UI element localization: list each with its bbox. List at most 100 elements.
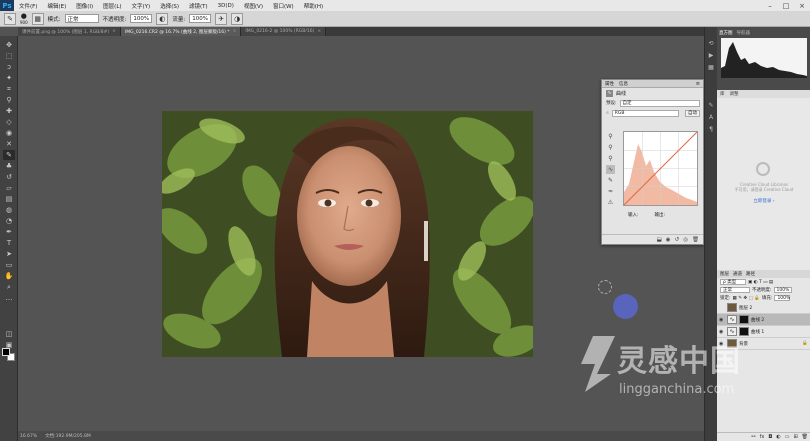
layer-mask-thumbnail[interactable]	[739, 315, 749, 324]
tab-info[interactable]: 信息	[619, 81, 628, 87]
dodge-tool-icon[interactable]: ◔	[3, 216, 15, 226]
brush-tool-icon[interactable]: ✎	[4, 12, 16, 25]
clip-to-layer-icon[interactable]: ⬓	[657, 237, 662, 243]
patch-tool-icon[interactable]: ◇	[3, 117, 15, 127]
shape-tool-icon[interactable]: ▭	[3, 260, 15, 270]
menu-image[interactable]: 图像(I)	[71, 2, 98, 10]
new-layer-icon[interactable]: ⊞	[793, 434, 797, 440]
curve-point-icon[interactable]: ∿	[606, 165, 615, 174]
eyedropper-tool-icon[interactable]: ⚲	[3, 95, 15, 105]
more-tools-icon[interactable]: …	[3, 293, 15, 303]
menu-file[interactable]: 文件(F)	[14, 2, 42, 10]
add-mask-icon[interactable]: ◘	[768, 434, 772, 440]
panel-menu-icon[interactable]: ≡	[696, 81, 700, 87]
pressure-opacity-icon[interactable]: ◐	[156, 12, 169, 25]
visibility-icon[interactable]: ◎	[683, 237, 688, 243]
hand-tool-icon[interactable]: ✋	[3, 271, 15, 281]
brush-panel-icon[interactable]: ▦	[31, 12, 44, 25]
tab-adjustments[interactable]: 调整	[730, 91, 739, 97]
layer-row[interactable]: 图层 2	[717, 302, 810, 314]
gradient-tool-icon[interactable]: ▤	[3, 194, 15, 204]
foreground-color-swatch[interactable]	[2, 348, 10, 356]
layer-row[interactable]: ◉ ∿ 曲线 2	[717, 314, 810, 326]
actions-icon[interactable]: ▶	[707, 51, 715, 59]
tab-paths[interactable]: 路径	[746, 271, 755, 277]
tab-document-3[interactable]: IMG_0216-2 @ 100% (RGB/16) ×	[241, 27, 327, 36]
pressure-size-icon[interactable]: ◑	[231, 12, 244, 25]
content-aware-move-tool-icon[interactable]: ✕	[3, 139, 15, 149]
fill-field[interactable]: 100%	[774, 295, 791, 301]
delete-layer-icon[interactable]: 🗑	[802, 434, 808, 440]
tab-document-1[interactable]: 课件前置.png @ 100% (图层 1, RGB/8#) ×	[18, 27, 121, 36]
tab-layers[interactable]: 图层	[720, 271, 729, 277]
healing-brush-tool-icon[interactable]: ✚	[3, 106, 15, 116]
airbrush-icon[interactable]: ✈	[215, 12, 228, 25]
tab-channels[interactable]: 通道	[733, 271, 742, 277]
close-icon[interactable]: ×	[317, 29, 321, 34]
tab-properties[interactable]: 属性	[605, 81, 614, 87]
swatches-icon[interactable]: ▦	[707, 63, 715, 71]
menu-window[interactable]: 窗口(W)	[268, 2, 299, 10]
view-previous-icon[interactable]: ◉	[666, 237, 671, 243]
portrait-photo[interactable]	[162, 111, 533, 357]
history-brush-tool-icon[interactable]: ↺	[3, 172, 15, 182]
black-point-eyedropper-icon[interactable]: ⚲	[606, 132, 615, 141]
sign-in-link[interactable]: 立即登录 ›	[721, 198, 807, 204]
auto-button[interactable]: 自动	[685, 109, 700, 117]
menu-view[interactable]: 视图(V)	[239, 2, 268, 10]
clone-stamp-tool-icon[interactable]: ♣	[3, 161, 15, 171]
preset-select[interactable]: 自定	[619, 99, 700, 107]
menu-select[interactable]: 选择(S)	[155, 2, 184, 10]
clipping-warning-icon[interactable]: ⚠	[606, 198, 615, 207]
link-layers-icon[interactable]: ⚯	[751, 434, 755, 440]
crop-tool-icon[interactable]: ⌗	[3, 84, 15, 94]
layer-style-icon[interactable]: fx	[760, 434, 765, 440]
move-tool-icon[interactable]: ✥	[3, 40, 15, 50]
opacity-field[interactable]: 100%	[130, 14, 153, 23]
quick-select-tool-icon[interactable]: ✦	[3, 73, 15, 83]
curve-graph[interactable]	[623, 131, 698, 206]
delete-icon[interactable]: 🗑	[692, 237, 699, 243]
red-eye-tool-icon[interactable]: ◉	[3, 128, 15, 138]
eraser-tool-icon[interactable]: ▱	[3, 183, 15, 193]
white-point-eyedropper-icon[interactable]: ⚲	[606, 154, 615, 163]
tab-navigator[interactable]: 导航器	[737, 30, 751, 36]
marquee-tool-icon[interactable]: ⬚	[3, 51, 15, 61]
mode-select[interactable]: 正常	[64, 14, 99, 23]
tab-document-2[interactable]: IMG_0216.CR2 @ 16.7% (曲线 2, 图层蒙版/16) * ×	[120, 27, 242, 36]
flow-field[interactable]: 100%	[189, 14, 212, 23]
type-tool-icon[interactable]: T	[3, 238, 15, 248]
menu-layer[interactable]: 图层(L)	[98, 2, 126, 10]
new-group-icon[interactable]: ▭	[785, 434, 790, 440]
zoom-tool-icon[interactable]: ⌕	[3, 282, 15, 292]
close-icon[interactable]: ×	[233, 29, 237, 34]
close-icon[interactable]: ×	[112, 29, 116, 34]
lock-icons[interactable]: ▦ ✎ ✥ ⬚ 🔒	[733, 296, 760, 301]
maximize-button[interactable]: □	[778, 0, 794, 11]
tab-libraries[interactable]: 库	[720, 91, 725, 97]
brush-tool-icon[interactable]: ✎	[3, 150, 15, 160]
quick-mask-icon[interactable]: ◫	[3, 329, 15, 339]
new-adjustment-icon[interactable]: ◐	[776, 434, 780, 440]
pen-tool-icon[interactable]: ✒	[3, 227, 15, 237]
menu-help[interactable]: 帮助(H)	[299, 2, 328, 10]
blur-tool-icon[interactable]: ◍	[3, 205, 15, 215]
close-button[interactable]: ×	[794, 0, 810, 11]
menu-type[interactable]: 文字(Y)	[127, 2, 156, 10]
channel-select[interactable]: RGB	[611, 109, 679, 117]
tab-histogram[interactable]: 直方图	[719, 30, 733, 36]
brush-presets-icon[interactable]: ✎	[707, 101, 715, 109]
paragraph-icon[interactable]: ¶	[707, 125, 715, 133]
menu-3d[interactable]: 3D(D)	[213, 3, 239, 9]
zoom-level[interactable]: 16.67%	[20, 434, 37, 439]
gray-point-eyedropper-icon[interactable]: ⚲	[606, 143, 615, 152]
pencil-curve-icon[interactable]: ✎	[606, 176, 615, 185]
filter-icons[interactable]: ▣ ◐ T ▭ ▤	[748, 280, 773, 285]
target-adjust-icon[interactable]: ☝	[606, 111, 609, 116]
history-icon[interactable]: ⟲	[707, 39, 715, 47]
menu-edit[interactable]: 编辑(E)	[42, 2, 71, 10]
menu-filter[interactable]: 滤镜(T)	[184, 2, 213, 10]
minimize-button[interactable]: –	[762, 0, 778, 11]
reset-icon[interactable]: ↺	[675, 237, 680, 243]
brush-preset-picker[interactable]: ● 900	[20, 12, 28, 25]
